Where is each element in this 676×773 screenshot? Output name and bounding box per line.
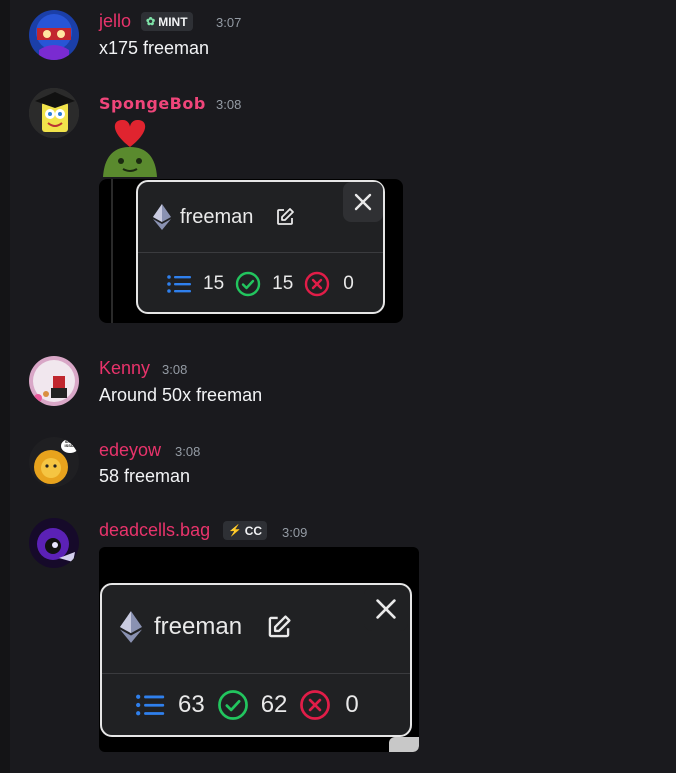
list-icon: [136, 694, 165, 716]
tag-label: CC: [244, 523, 263, 538]
edit-icon[interactable]: [275, 207, 295, 227]
close-button[interactable]: [364, 587, 408, 631]
mint-tag[interactable]: ✿ MINT: [141, 12, 193, 31]
message-text: Around 50x freeman: [99, 385, 263, 405]
x-circle-icon: [300, 690, 331, 720]
passed-count: 15: [272, 273, 294, 294]
failed-count: 0: [343, 273, 354, 294]
card-divider: [102, 673, 410, 674]
card-divider: [138, 252, 383, 253]
left-edge-strip: [0, 0, 10, 773]
avatar-speech-text: SKILL ISSUE: [64, 439, 77, 448]
avatar-image: [29, 88, 79, 138]
check-circle-icon: [217, 690, 248, 720]
heart-frog-sticker[interactable]: [99, 117, 161, 177]
timestamp[interactable]: 3:08: [216, 97, 241, 112]
tag-label: MINT: [158, 14, 188, 29]
close-icon: [376, 599, 396, 619]
avatar-image: [29, 356, 79, 406]
timestamp[interactable]: 3:08: [162, 362, 187, 377]
leaf-icon: ✿: [146, 16, 156, 28]
timestamp[interactable]: 3:09: [282, 525, 307, 540]
avatar[interactable]: [29, 10, 79, 60]
ethereum-icon: [120, 611, 142, 643]
avatar[interactable]: [29, 518, 79, 568]
check-circle-icon: [235, 271, 261, 297]
username[interactable]: edeyow: [99, 440, 161, 461]
total-count: 15: [203, 273, 225, 294]
timestamp[interactable]: 3:07: [216, 15, 241, 30]
embed-edge-line: [111, 179, 113, 323]
avatar[interactable]: SKILL ISSUE: [29, 437, 79, 487]
username[interactable]: jello: [99, 11, 131, 32]
card-stats: 15 15 0: [166, 271, 354, 297]
username[interactable]: SpongeBob: [99, 94, 206, 113]
total-count: 63: [178, 691, 205, 718]
avatar[interactable]: [29, 356, 79, 406]
message-text: x175 freeman: [99, 38, 210, 58]
x-circle-icon: [305, 271, 330, 297]
avatar-image: [29, 10, 79, 60]
list-icon: [167, 275, 191, 293]
image-embed[interactable]: freeman 63 62 0: [99, 547, 419, 752]
token-name: freeman: [180, 205, 254, 228]
message-text: 58 freeman: [99, 466, 191, 486]
token-name: freeman: [154, 613, 243, 640]
close-button[interactable]: [343, 182, 383, 222]
token-card: freeman 15 15 0: [136, 180, 385, 314]
card-title-row: freeman: [120, 611, 292, 643]
passed-count: 62: [260, 691, 288, 718]
embed-corner-handle: [389, 737, 419, 752]
failed-count: 0: [345, 691, 359, 718]
cc-tag[interactable]: ⚡ CC: [223, 521, 268, 540]
username[interactable]: Kenny: [99, 358, 150, 379]
card-title-row: freeman: [153, 204, 295, 230]
username[interactable]: deadcells.bag: [99, 520, 210, 541]
ethereum-icon: [153, 204, 171, 230]
close-icon: [354, 193, 372, 211]
image-embed[interactable]: freeman 15 15 0: [99, 179, 403, 323]
edit-icon[interactable]: [266, 614, 292, 640]
token-card: freeman 63 62 0: [100, 583, 412, 737]
timestamp[interactable]: 3:08: [175, 444, 200, 459]
card-stats: 63 62 0: [134, 689, 359, 721]
avatar[interactable]: [29, 88, 79, 138]
avatar-image: [29, 518, 79, 568]
lightning-icon: ⚡: [228, 525, 242, 537]
